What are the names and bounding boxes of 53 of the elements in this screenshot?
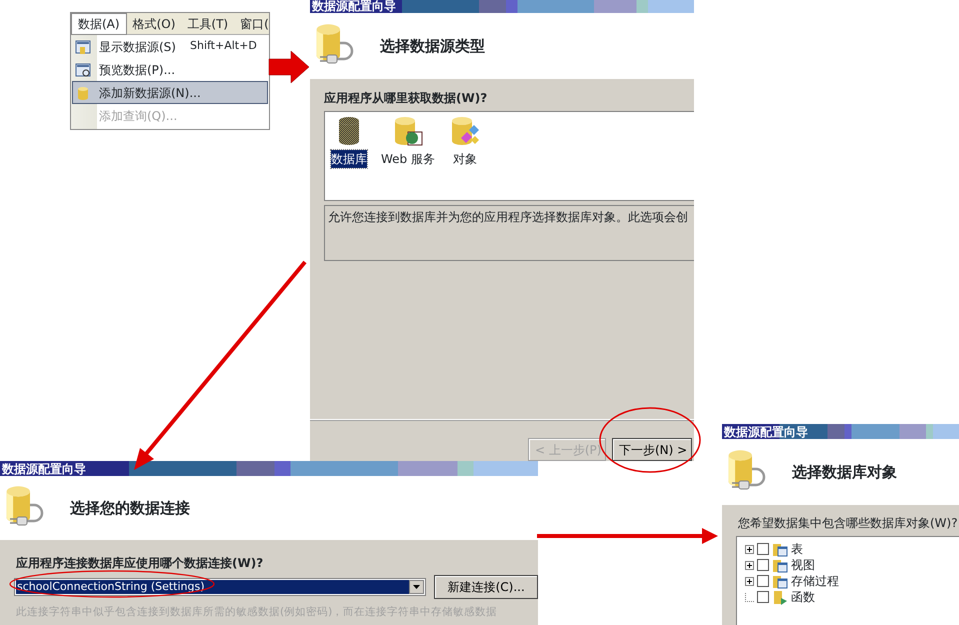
menu-bar-item[interactable]: 工具(T) — [181, 14, 234, 34]
new-connection-button[interactable]: 新建连接(C)... — [434, 575, 538, 599]
tree-node-label: 函数 — [791, 589, 815, 606]
window-title: 数据源配置向导 — [0, 462, 86, 474]
menu-item-label: 添加新数据源(N)... — [99, 84, 201, 102]
right-arrow — [268, 50, 310, 84]
connection-dropdown[interactable]: schoolConnectionString (Settings) — [14, 578, 426, 596]
data-window-icon — [75, 38, 91, 54]
menu-item-label: 添加查询(Q)... — [99, 108, 178, 124]
tree-node[interactable]: 视图 — [745, 557, 959, 573]
expand-plus-icon[interactable] — [745, 560, 754, 570]
checkbox[interactable] — [757, 575, 769, 587]
database-arrow-icon — [772, 589, 788, 605]
data-source-list[interactable]: 数据库 Web 服务 对象 — [324, 111, 694, 201]
field-label: 应用程序连接数据库应使用哪个数据连接(W)? — [16, 555, 264, 572]
data-source-option[interactable]: Web 服务 — [381, 116, 435, 168]
menu-item-label: 显示数据源(S) — [99, 38, 176, 56]
field-label: 应用程序从哪里获取数据(W)? — [324, 90, 488, 107]
menu-bar-item[interactable]: 窗口( — [234, 14, 269, 34]
preview-window-icon — [75, 62, 91, 78]
checkbox[interactable] — [757, 559, 769, 571]
menu-bar-item[interactable]: 格式(O) — [126, 14, 182, 34]
wizard-heading: 选择数据源类型 — [380, 37, 485, 55]
folder-table-icon — [772, 557, 788, 573]
wizard-heading: 选择数据库对象 — [792, 463, 897, 481]
menu-bar-item[interactable]: 数据(A) — [71, 13, 127, 34]
window-title: 数据源配置向导 — [722, 426, 808, 438]
tree-node[interactable]: 存储过程 — [745, 573, 959, 589]
tree-node[interactable]: 函数 — [745, 589, 959, 605]
dropdown-value: schoolConnectionString (Settings) — [16, 580, 410, 594]
menu-item[interactable]: 显示数据源(S) Shift+Alt+D — [72, 35, 268, 58]
tree-node-label: 存储过程 — [791, 573, 839, 590]
data-source-option[interactable]: 数据库 — [331, 116, 367, 168]
tree-node-label: 视图 — [791, 557, 815, 574]
wizard-heading: 选择您的数据连接 — [70, 499, 190, 517]
menu-item[interactable]: 预览数据(P)... — [72, 58, 268, 81]
description-text: 允许您连接到数据库并为您的应用程序选择数据库对象。此选项会创 — [328, 210, 688, 224]
folder-table-icon — [772, 541, 788, 557]
folder-table-icon — [772, 573, 788, 589]
menu-item-label: 预览数据(P)... — [99, 62, 176, 78]
tree-node-label: 表 — [791, 541, 803, 558]
expand-plus-icon[interactable] — [745, 544, 754, 554]
menu-item[interactable]: 添加新数据源(N)... — [72, 81, 268, 104]
next-button[interactable]: 下一步(N) > — [612, 438, 692, 461]
shortcut-label: Shift+Alt+D — [190, 38, 257, 54]
database-icon — [75, 84, 91, 100]
checkbox[interactable] — [757, 591, 769, 603]
object-tree[interactable]: 表 视图 存储过程 函数 — [736, 536, 959, 625]
expand-plus-icon[interactable] — [745, 576, 754, 586]
data-source-option[interactable]: 对象 — [448, 116, 481, 168]
checkbox[interactable] — [757, 543, 769, 555]
tree-node[interactable]: 表 — [745, 541, 959, 557]
field-label: 您希望数据集中包含哪些数据库对象(W)? — [738, 515, 959, 532]
